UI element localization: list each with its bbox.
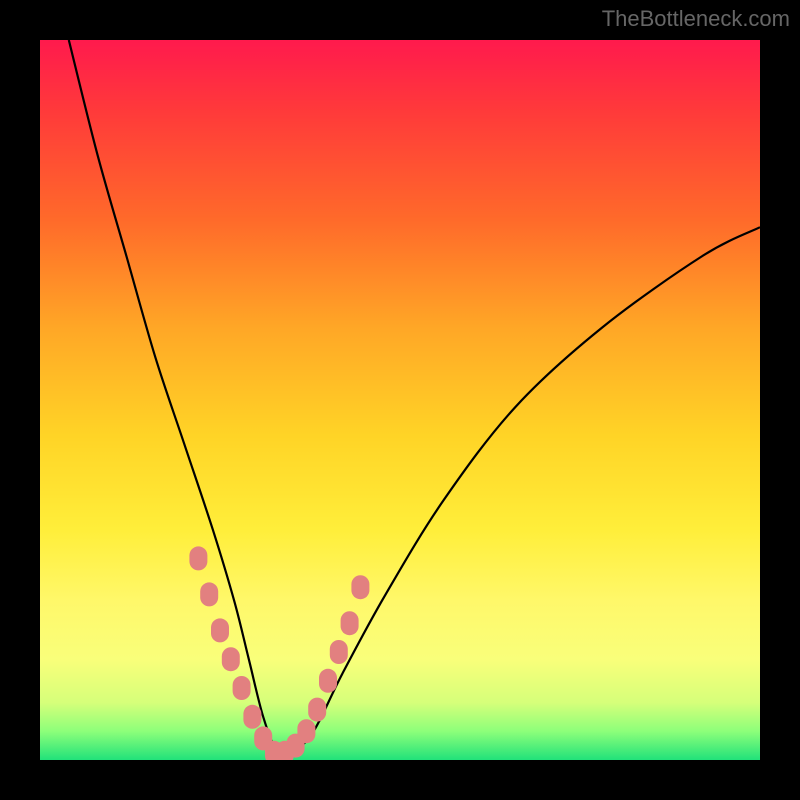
plot-area xyxy=(40,40,760,760)
marker-point xyxy=(297,719,315,743)
marker-point xyxy=(308,698,326,722)
marker-point xyxy=(319,669,337,693)
marker-cluster xyxy=(189,546,369,760)
marker-point xyxy=(351,575,369,599)
marker-point xyxy=(341,611,359,635)
marker-point xyxy=(189,546,207,570)
chart-frame: TheBottleneck.com xyxy=(0,0,800,800)
marker-point xyxy=(243,705,261,729)
marker-point xyxy=(233,676,251,700)
bottleneck-curve xyxy=(69,40,760,756)
marker-point xyxy=(200,582,218,606)
marker-point xyxy=(222,647,240,671)
watermark-text: TheBottleneck.com xyxy=(602,6,790,32)
marker-point xyxy=(330,640,348,664)
chart-svg xyxy=(40,40,760,760)
marker-point xyxy=(211,618,229,642)
